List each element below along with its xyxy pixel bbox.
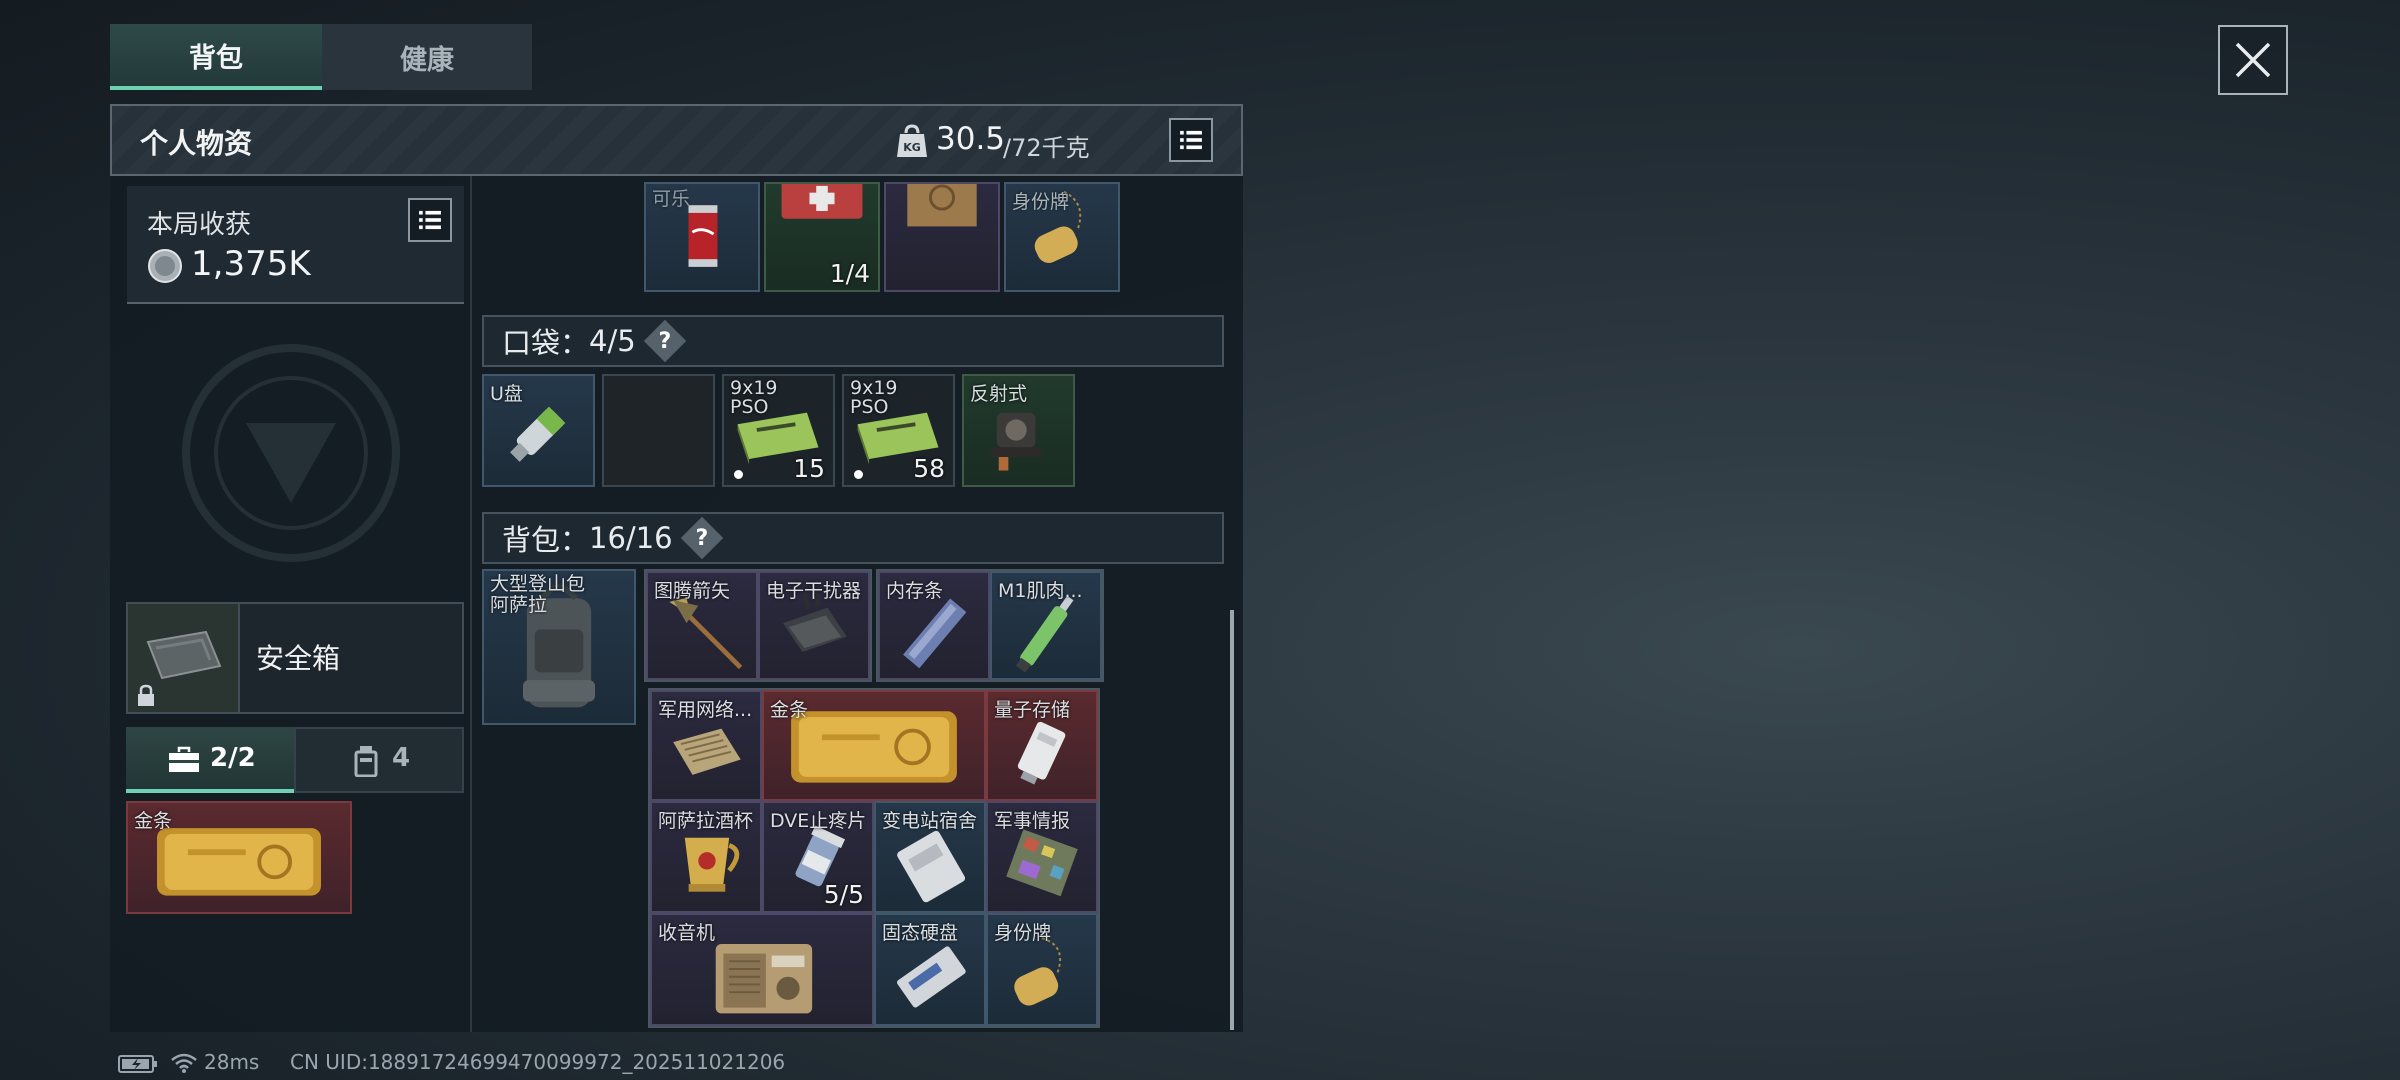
- container-tab-canister[interactable]: 4: [294, 727, 464, 793]
- backpack-header: 背包： 16/16 ?: [482, 512, 1224, 564]
- item-gold-bar[interactable]: 金条: [762, 690, 986, 801]
- pockets-label: 口袋：: [502, 326, 590, 360]
- document-icon: [907, 184, 977, 227]
- item-radio[interactable]: 收音机: [650, 913, 874, 1026]
- tab-health[interactable]: 健康: [322, 24, 532, 90]
- battery-icon: [118, 1055, 157, 1073]
- safebox-row[interactable]: 安全箱: [126, 602, 464, 714]
- item-medkit[interactable]: 1/4: [764, 182, 880, 292]
- list-icon: [419, 210, 441, 230]
- loot-label: 本局收获: [147, 210, 252, 240]
- uid-text: CN UID:18891724699470099972_202511021206: [290, 1050, 786, 1074]
- backpack-bag-slot[interactable]: 大型登山包 阿萨拉: [482, 569, 636, 725]
- canister-count: 4: [392, 743, 411, 773]
- item-ram-stick[interactable]: 内存条: [878, 571, 990, 680]
- column-divider: [470, 176, 472, 1032]
- pockets-header: 口袋： 4/5 ?: [482, 315, 1224, 367]
- pockets-help-icon[interactable]: ?: [643, 319, 686, 363]
- sort-menu-button[interactable]: [1169, 118, 1213, 162]
- weight-max: /72千克: [1003, 134, 1090, 162]
- backpack-help-icon[interactable]: ?: [680, 516, 723, 560]
- backpack-label: 背包：: [502, 523, 590, 557]
- item-military-network[interactable]: 军用网络...: [650, 690, 762, 801]
- weight-current: 30.5: [936, 121, 1006, 157]
- pockets-capacity: 4/5: [589, 324, 636, 358]
- item-asala-cup[interactable]: 阿萨拉酒杯: [650, 801, 762, 913]
- list-icon: [1180, 130, 1202, 150]
- item-ssd[interactable]: 固态硬盘: [874, 913, 986, 1026]
- close-icon: [2235, 42, 2271, 78]
- tab-backpack[interactable]: 背包: [110, 24, 322, 90]
- item-totem-arrow[interactable]: 图腾箭矢: [646, 571, 758, 680]
- item-cola[interactable]: 可乐: [644, 182, 760, 292]
- toolbox-icon: [169, 746, 199, 772]
- item-dve-painkiller[interactable]: DVE止疼片 5/5: [762, 801, 874, 913]
- faction-emblem: [176, 338, 406, 568]
- container-tab-toolbox[interactable]: 2/2: [126, 727, 294, 793]
- safebox-label: 安全箱: [256, 642, 341, 675]
- canister-icon: [354, 746, 378, 777]
- kg-weight-icon: KG: [895, 123, 929, 159]
- coin-icon: [147, 248, 183, 284]
- backpack-capacity: 16/16: [589, 521, 673, 555]
- pocket-empty[interactable]: [602, 374, 715, 487]
- pocket-reflex-sight[interactable]: 反射式: [962, 374, 1075, 487]
- item-intel[interactable]: [884, 182, 1000, 292]
- toolbox-count: 2/2: [210, 743, 256, 773]
- item-substation-dorm[interactable]: 变电站宿舍: [874, 801, 986, 913]
- page-title: 个人物资: [140, 127, 253, 160]
- ammo-dot: [854, 470, 863, 479]
- loot-summary: 本局收获 1,375K: [127, 186, 464, 304]
- pocket-usb[interactable]: U盘: [482, 374, 595, 487]
- container-item-gold[interactable]: 金条: [126, 801, 352, 914]
- ping-value: 28ms: [204, 1050, 260, 1074]
- scrollbar[interactable]: [1230, 610, 1234, 1030]
- pocket-ammo-1[interactable]: 9x19 PSO 15: [722, 374, 835, 487]
- wifi-icon: [171, 1053, 197, 1073]
- pocket-ammo-2[interactable]: 9x19 PSO 58: [842, 374, 955, 487]
- close-button[interactable]: [2218, 25, 2288, 95]
- item-quantum-storage[interactable]: 量子存储: [986, 690, 1098, 801]
- status-bar: 28ms CN UID:18891724699470099972_2025110…: [116, 1050, 1016, 1076]
- inventory-header: 个人物资 KG 30.5 /72千克: [110, 104, 1243, 176]
- loot-menu-button[interactable]: [408, 198, 452, 242]
- item-dogtag-top[interactable]: 身份牌: [1004, 182, 1120, 292]
- svg-text:KG: KG: [903, 141, 921, 154]
- item-military-intel[interactable]: 军事情报: [986, 801, 1098, 913]
- item-dogtag[interactable]: 身份牌: [986, 913, 1098, 1026]
- item-m1-muscle[interactable]: M1肌肉...: [990, 571, 1102, 680]
- loot-value: 1,375K: [191, 244, 311, 284]
- item-jammer[interactable]: 电子干扰器: [758, 571, 870, 680]
- lock-icon: [138, 684, 154, 706]
- ammo-dot: [734, 470, 743, 479]
- safebox-slot: [128, 604, 240, 712]
